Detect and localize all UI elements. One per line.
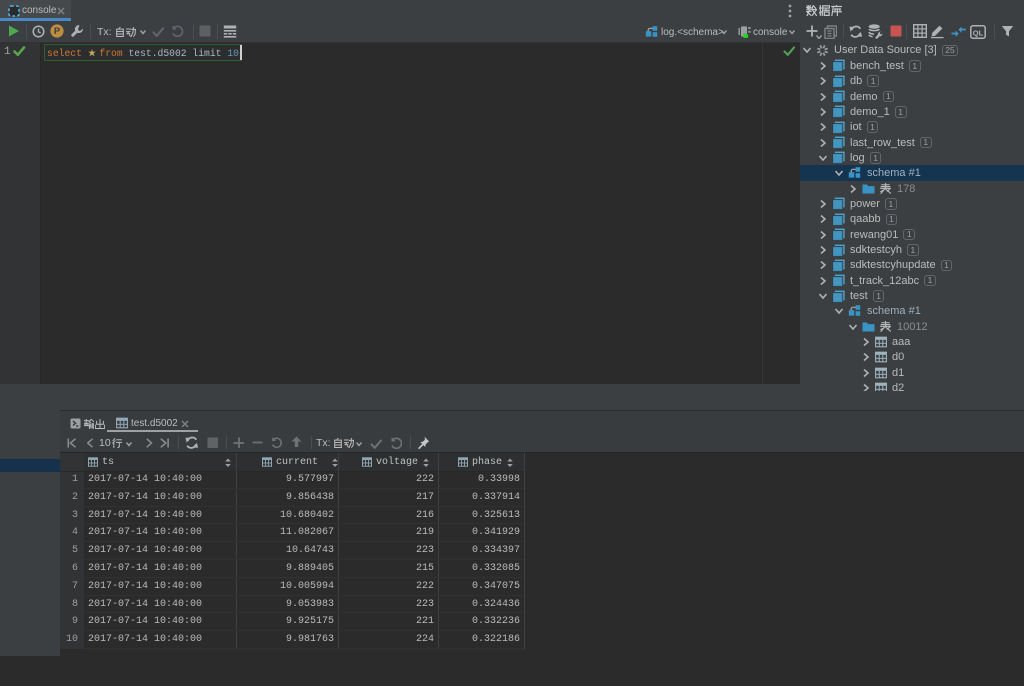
svg-text:P: P	[54, 25, 60, 36]
svg-text:QL: QL	[973, 28, 984, 37]
